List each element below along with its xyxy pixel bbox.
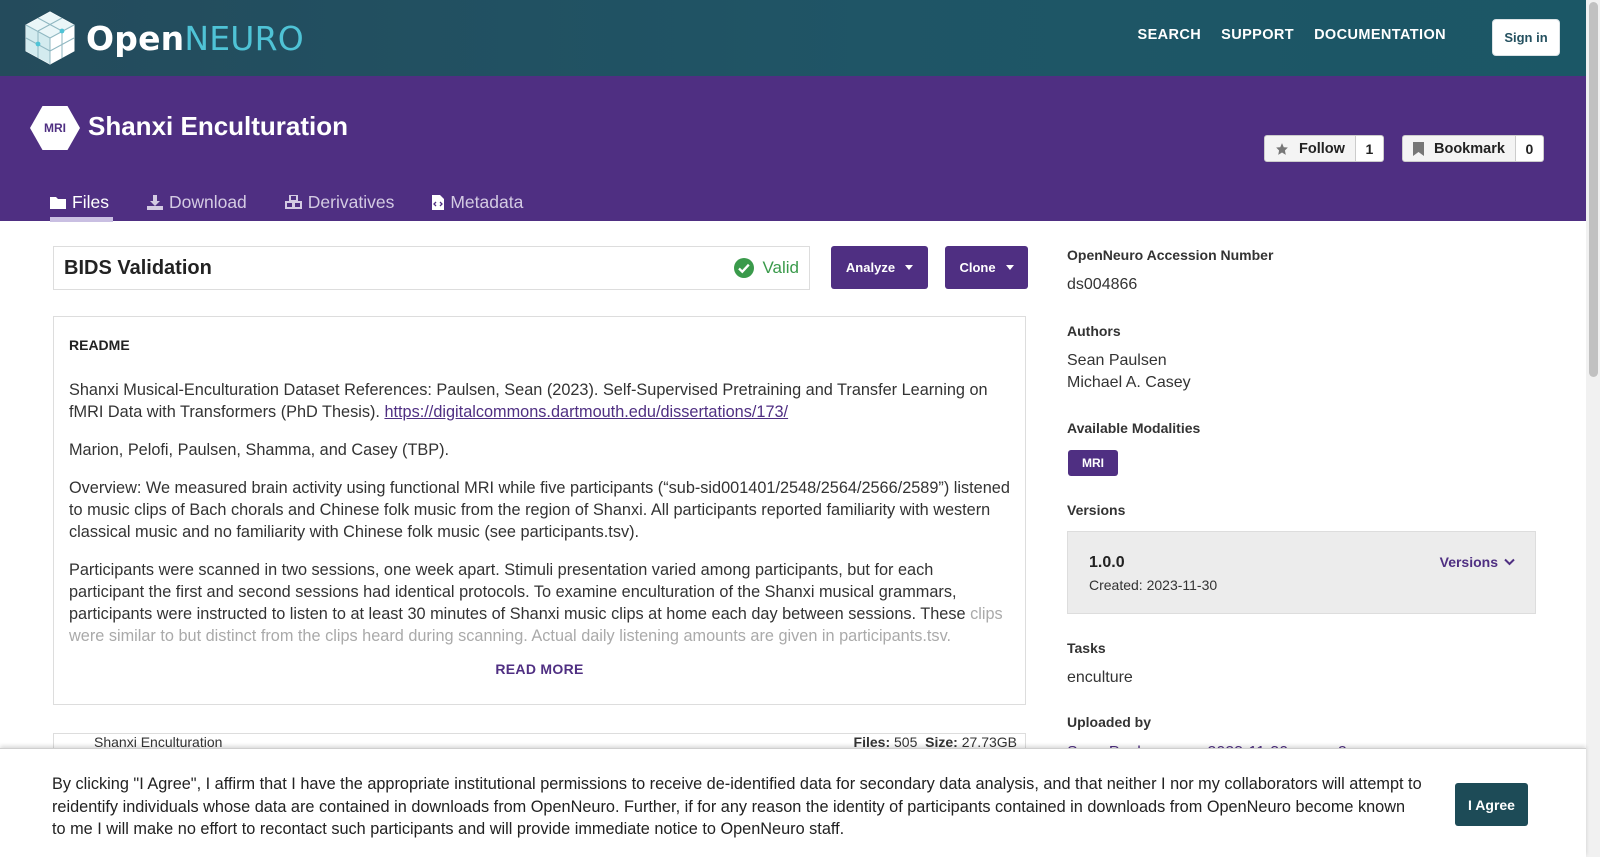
accession-number: ds004866 [1067,276,1138,293]
dataset-header: MRI Shanxi Enculturation Follow 1 Bookma… [0,76,1586,222]
readme-paragraph: Overview: We measured brain activity usi… [69,479,1010,541]
tab-files[interactable]: Files [50,184,113,222]
readme-p4-visible: Participants were scanned in two session… [69,561,966,623]
logo-wordmark: OpenNEURO [86,19,304,58]
file-code-icon [432,194,445,210]
chevron-down-icon [1504,558,1515,566]
uploaded-label: Uploaded by [1067,714,1152,730]
tab-derivatives[interactable]: Derivatives [284,184,395,220]
follow-button[interactable]: Follow [1264,135,1356,162]
folder-icon [50,196,66,209]
author-name: Sean Paulsen [1067,352,1167,369]
modality-hex-badge: MRI [30,106,80,150]
readme-panel: README Shanxi Musical-Enculturation Data… [53,316,1026,705]
tab-download[interactable]: Download [146,184,247,220]
nav-support-link[interactable]: SUPPORT [1221,27,1294,43]
modality-badge[interactable]: MRI [1068,450,1118,476]
bookmark-count: 0 [1515,135,1544,162]
bids-validation-title: BIDS Validation [64,256,212,279]
cubes-icon [284,195,302,209]
tab-metadata[interactable]: Metadata [432,184,523,220]
logo-open-text: Open [86,18,185,58]
sign-in-button[interactable]: Sign in [1492,19,1560,56]
consent-text: By clicking "I Agree", I affirm that I h… [52,775,1422,838]
tab-files-label: Files [72,191,109,212]
consent-banner: By clicking "I Agree", I affirm that I h… [0,748,1586,857]
versions-panel: 1.0.0 Created: 2023-11-30 Versions [1067,531,1536,614]
nav-links: SEARCH SUPPORT DOCUMENTATION [1138,27,1446,43]
tasks-label: Tasks [1067,640,1106,656]
logo-neuro-text: NEURO [184,18,304,58]
cube-logo-icon [25,11,75,65]
analyze-dropdown-button[interactable]: Analyze [831,246,928,289]
clone-label: Clone [959,260,996,275]
page-scrollbar-thumb[interactable] [1589,2,1598,377]
bookmark-button[interactable]: Bookmark [1402,135,1516,162]
tab-derivatives-label: Derivatives [307,191,395,212]
nav-documentation-link[interactable]: DOCUMENTATION [1314,27,1446,43]
accession-label: OpenNeuro Accession Number [1067,247,1274,263]
bookmark-group: Bookmark 0 [1402,135,1544,162]
validation-status-text: Valid [762,258,799,277]
caret-down-icon [1005,265,1014,270]
check-circle-icon [734,258,755,278]
bookmark-icon [1413,141,1424,156]
readme-paragraph: Participants were scanned in two session… [69,559,1010,647]
dataset-title: Shanxi Enculturation [88,111,349,141]
analyze-label: Analyze [845,260,896,275]
author-name: Michael A. Casey [1067,374,1191,391]
bids-validation-panel[interactable]: BIDS Validation Valid [53,246,810,290]
task-name: enculture [1067,669,1133,686]
bookmark-label: Bookmark [1434,140,1505,157]
clone-dropdown-button[interactable]: Clone [945,246,1028,289]
download-icon [146,194,163,210]
nav-search-link[interactable]: SEARCH [1138,27,1202,43]
follow-label: Follow [1299,140,1345,157]
tab-metadata-label: Metadata [450,191,524,212]
star-icon [1276,142,1288,155]
version-created: Created: 2023-11-30 [1089,577,1218,593]
tab-download-label: Download [168,191,247,212]
versions-label: Versions [1067,502,1126,518]
follow-count: 1 [1355,135,1384,162]
read-more-button[interactable]: READ MORE [54,661,1025,677]
top-navbar: OpenNEURO SEARCH SUPPORT DOCUMENTATION [0,0,1586,76]
readme-heading: README [69,337,130,353]
modalities-label: Available Modalities [1067,420,1201,436]
authors-label: Authors [1067,323,1121,339]
version-number: 1.0.0 [1089,554,1125,571]
readme-paragraph: Shanxi Musical-Enculturation Dataset Ref… [69,379,1010,423]
versions-dropdown-toggle[interactable]: Versions [1440,554,1515,570]
versions-link-label: Versions [1439,554,1498,570]
follow-group: Follow 1 [1264,135,1384,162]
dissertation-link[interactable]: https://digitalcommons.dartmouth.edu/dis… [384,403,788,421]
readme-paragraph: Marion, Pelofi, Paulsen, Shamma, and Cas… [69,441,450,459]
validation-status[interactable]: Valid [734,258,799,278]
openneuro-logo[interactable]: OpenNEURO [24,10,304,66]
caret-down-icon [905,265,914,270]
i-agree-button[interactable]: I Agree [1455,783,1528,826]
dataset-tabs: Files Download Derivatives Metadata [50,184,561,222]
